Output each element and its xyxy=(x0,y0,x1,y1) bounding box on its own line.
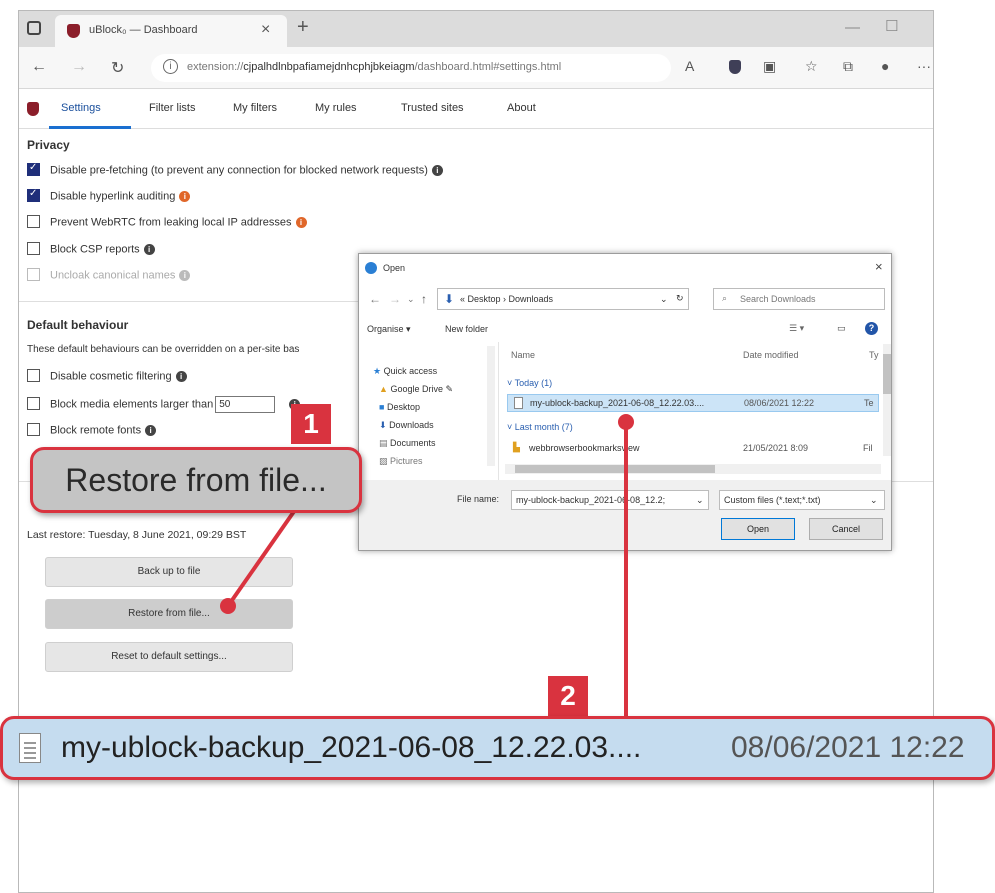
callout-2-zoom: my-ublock-backup_2021-06-08_12.22.03....… xyxy=(0,716,995,780)
callout-2-dot xyxy=(618,414,634,430)
callout-2-file-date: 08/06/2021 12:22 xyxy=(731,731,965,764)
text-file-icon xyxy=(19,733,41,763)
callout-2-file-name: my-ublock-backup_2021-06-08_12.22.03.... xyxy=(61,731,642,764)
step-1-badge: 1 xyxy=(291,404,331,444)
step-2-badge: 2 xyxy=(548,676,588,716)
callout-1-connector xyxy=(226,508,297,608)
callout-1-text: Restore from file... xyxy=(65,462,327,498)
callout-1-zoom: Restore from file... xyxy=(30,447,362,513)
callout-1-dot xyxy=(220,598,236,614)
